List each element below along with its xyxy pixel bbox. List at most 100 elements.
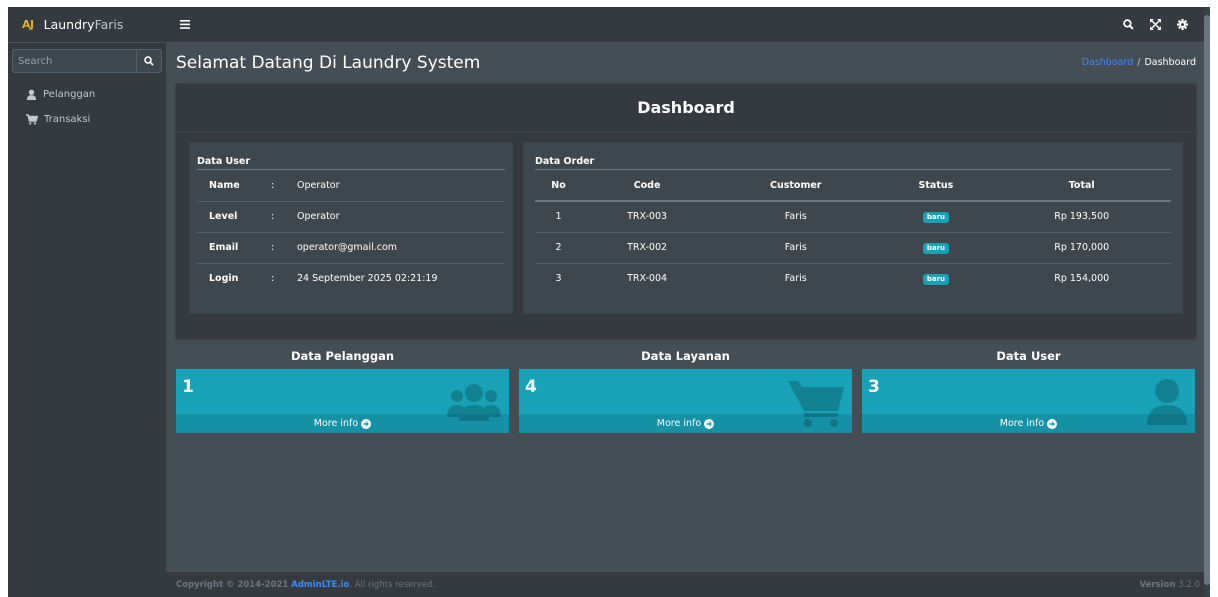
dashboard-card: Dashboard Data User Name : Operator Leve… [176, 84, 1196, 339]
order-code: TRX-002 [582, 232, 713, 264]
stat-title-user: Data User [996, 349, 1061, 363]
footer-link[interactable]: AdminLTE.io [291, 580, 349, 590]
order-table: No Code Customer Status Total 1 TRX-003 … [535, 170, 1171, 294]
breadcrumb-link[interactable]: Dashboard [1082, 57, 1134, 68]
more-info-label: More info [999, 418, 1045, 429]
order-status-cell: baru [879, 201, 993, 233]
user-field-label: Email [197, 232, 259, 264]
footer-version-label: Version [1139, 579, 1176, 590]
order-total: Rp 154,000 [1054, 273, 1110, 285]
menu-icon [180, 20, 190, 29]
search-icon[interactable] [1123, 19, 1134, 30]
sidebar-item-label: Transaksi [44, 113, 91, 125]
table-row: 3 TRX-004 Faris baru Rp 154,000 [535, 263, 1171, 294]
brand-link[interactable]: AJ LaundryFaris [8, 7, 166, 43]
footer-suffix: . All rights reserved. [349, 579, 436, 590]
sidebar-search-input[interactable] [12, 49, 136, 73]
table-row: 2 TRX-002 Faris baru Rp 170,000 [535, 232, 1171, 264]
order-total: Rp 170,000 [992, 232, 1171, 264]
table-row: Email : operator@gmail.com [197, 232, 505, 264]
more-info-link[interactable]: More info [176, 414, 509, 433]
user-field-separator: : [259, 170, 285, 202]
order-customer: Faris [712, 201, 880, 233]
arrow-circle-right-icon [361, 418, 372, 429]
top-navbar [166, 7, 1210, 43]
footer-copyright: Copyright © 2014-2021 AdminLTE.io. All r… [176, 580, 435, 590]
breadcrumb-separator: / [1137, 57, 1141, 68]
brand-name: LaundryFaris [44, 17, 124, 32]
user-icon [26, 89, 37, 100]
user-field-value: Operator [285, 170, 505, 202]
order-code: TRX-003 [582, 201, 713, 233]
table-row: Login : 24 September 2025 02:21:19 [197, 263, 505, 294]
menu-toggle-button[interactable] [180, 17, 196, 33]
brand-name-main: Laundry [43, 17, 95, 32]
expand-icon[interactable] [1150, 19, 1161, 30]
user-field-value: 24 September 2025 02:21:19 [297, 273, 438, 285]
status-badge: baru [922, 273, 950, 285]
order-card: Data Order No Code Customer Status Total… [523, 142, 1183, 314]
table-header-row: No Code Customer Status Total [535, 170, 1171, 202]
sidebar-search-button[interactable] [136, 49, 162, 73]
order-status-cell: baru [879, 263, 992, 294]
order-no: 2 [535, 232, 583, 264]
user-field-separator: : [271, 273, 275, 285]
sidebar-item-label: Pelanggan [43, 88, 96, 100]
cart-icon [26, 113, 38, 124]
user-field-label: Login [209, 273, 239, 285]
user-field-label: Name [197, 170, 259, 202]
arrow-circle-right-icon [1047, 418, 1058, 429]
stat-value: 3 [868, 377, 880, 397]
user-field-value: Operator [285, 201, 505, 233]
sidebar: AJ LaundryFaris Pelanggan Transaksi [8, 7, 166, 597]
breadcrumb-current: Dashboard [1144, 57, 1196, 68]
footer-copyright-prefix: Copyright © 2014-2021 [176, 579, 292, 590]
table-row: Name : Operator [197, 170, 505, 202]
stat-box-user: 3 More info [862, 369, 1195, 433]
status-badge: baru [922, 242, 950, 254]
table-row: 1 TRX-003 Faris baru Rp 193,500 [535, 201, 1171, 233]
order-total: Rp 193,500 [992, 201, 1171, 233]
more-info-label: More info [656, 418, 702, 429]
order-code: TRX-004 [627, 273, 668, 285]
brand-logo: AJ [22, 18, 34, 31]
sidebar-item-transaksi[interactable]: Transaksi [8, 108, 166, 130]
stat-title-pelanggan: Data Pelanggan [290, 349, 395, 363]
column-header-no: No [535, 170, 583, 202]
page-title: Selamat Datang Di Laundry System [176, 53, 481, 73]
search-icon [144, 56, 154, 66]
status-badge: baru [922, 211, 950, 223]
order-customer: Faris [712, 232, 880, 264]
order-no: 1 [535, 201, 583, 233]
column-header-total: Total [992, 170, 1171, 202]
column-header-code: Code [582, 170, 713, 202]
column-header-customer: Customer [712, 170, 880, 202]
stat-title-layanan: Data Layanan [641, 349, 730, 363]
order-status-cell: baru [879, 232, 993, 264]
footer-version-number: 3.2.0 [1178, 579, 1200, 590]
dashboard-title: Dashboard [176, 84, 1196, 132]
user-field-separator: : [259, 201, 285, 233]
user-field-value: operator@gmail.com [285, 232, 505, 264]
stat-box-pelanggan: 1 More info [176, 369, 509, 433]
stat-value: 1 [182, 377, 194, 397]
sidebar-item-pelanggan[interactable]: Pelanggan [8, 83, 166, 105]
gear-icon[interactable] [1177, 19, 1188, 30]
stat-box-layanan: 4 More info [519, 369, 852, 433]
breadcrumb: Dashboard / Dashboard [1082, 57, 1196, 68]
column-header-status: Status [879, 170, 993, 202]
order-customer: Faris [784, 273, 807, 285]
order-no: 3 [555, 273, 562, 285]
sidebar-search [12, 49, 162, 73]
app-window: AJ LaundryFaris Pelanggan Transaksi [8, 7, 1210, 597]
navbar-right [1123, 19, 1188, 30]
page-scrollbar[interactable] [1204, 7, 1210, 597]
table-row: Level : Operator [197, 201, 505, 233]
more-info-link[interactable]: More info [519, 414, 852, 433]
user-info-card: Data User Name : Operator Level : Operat… [189, 142, 513, 314]
user-info-table: Name : Operator Level : Operator Email :… [197, 170, 505, 294]
more-info-link[interactable]: More info [862, 414, 1195, 433]
scrollbar-thumb[interactable] [1204, 15, 1210, 585]
more-info-label: More info [313, 418, 359, 429]
footer: Copyright © 2014-2021 AdminLTE.io. All r… [166, 571, 1210, 597]
